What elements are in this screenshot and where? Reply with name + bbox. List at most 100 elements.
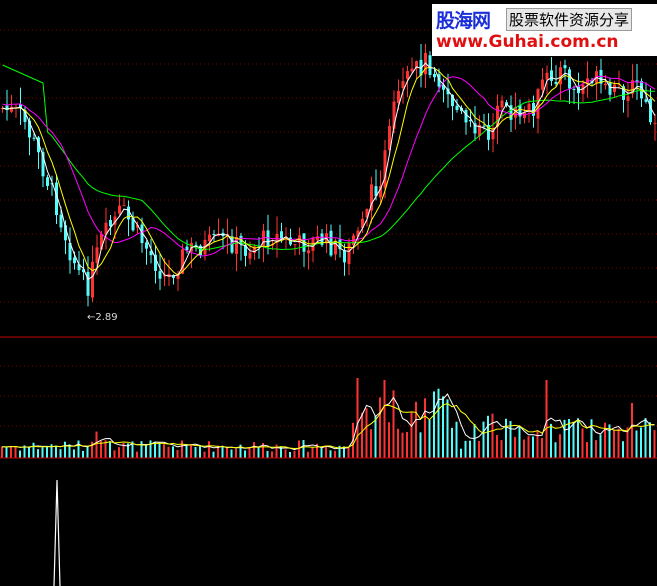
volume-bar [428, 419, 431, 458]
volume-bar [599, 434, 602, 458]
volume-bar [59, 449, 62, 458]
candle-body [91, 261, 94, 298]
volume-bar [82, 450, 84, 458]
candle-body [10, 106, 13, 112]
candle-body [208, 234, 211, 242]
volume-bar [586, 441, 588, 458]
volume-bar [644, 418, 647, 458]
volume-bar [640, 427, 642, 458]
volume-bar [460, 448, 462, 458]
volume-bar [64, 441, 66, 458]
indicator-spike-line [53, 479, 61, 586]
volume-bar [176, 449, 179, 458]
candle-body [86, 271, 90, 296]
volume-bar [95, 431, 98, 458]
volume-bar [14, 446, 17, 458]
volume-bar [46, 446, 48, 458]
volume-bar [379, 397, 381, 458]
watermark-tagline: 股票软件资源分享 [506, 8, 633, 31]
volume-bar [635, 430, 638, 458]
volume-bar [451, 427, 453, 458]
volume-bar [347, 446, 350, 458]
candle-body [568, 69, 571, 89]
volume-bar [320, 448, 323, 458]
volume-bar [172, 446, 174, 458]
candle-body [293, 244, 297, 246]
volume-bar [41, 447, 44, 458]
candle-body [158, 271, 162, 279]
volume-bar [487, 415, 489, 458]
volume-bar [595, 440, 597, 458]
volume-bar [194, 446, 197, 458]
candle-body [649, 99, 652, 123]
volume-bar [203, 451, 206, 458]
volume-bar [554, 442, 557, 458]
volume-bar [424, 398, 426, 458]
volume-bar [235, 448, 237, 458]
volume-bar [536, 430, 539, 458]
candle-body [550, 70, 553, 81]
volume-bar [212, 451, 215, 458]
volume-bar [370, 429, 372, 458]
volume-bar [73, 449, 75, 458]
volume-bar [181, 440, 183, 458]
volume-bar [266, 450, 269, 458]
volume-bar [307, 451, 309, 458]
volume-bar [491, 413, 494, 458]
volume-bar [518, 426, 521, 458]
stock-chart[interactable] [0, 0, 657, 586]
volume-bar [118, 447, 120, 458]
volume-bar [284, 449, 287, 458]
candle-body [118, 205, 121, 214]
volume-bar [392, 390, 395, 458]
volume-bar [500, 440, 503, 458]
volume-bar [559, 434, 561, 458]
volume-bar [329, 450, 332, 458]
volume-bar [527, 436, 530, 458]
candle-body [59, 214, 63, 228]
volume-bar [455, 421, 458, 458]
candle-body [212, 234, 216, 236]
candle-body [613, 84, 616, 92]
volume-bar [568, 419, 570, 458]
volume-bar [397, 428, 399, 458]
volume-bar [221, 446, 224, 458]
volume-bar [550, 423, 552, 458]
candle-body [122, 205, 126, 207]
candle-body [626, 96, 630, 101]
candle-body [406, 71, 409, 80]
volume-bar [113, 450, 116, 458]
candle-body [554, 81, 558, 84]
volume-bar [334, 450, 336, 458]
candle-body [653, 122, 657, 124]
volume-bar [28, 446, 30, 458]
volume-bar [163, 444, 165, 458]
volume-bar [5, 447, 8, 458]
candle-body [563, 65, 567, 69]
volume-grid [0, 365, 657, 427]
volume-bar [572, 421, 575, 458]
candle-body [541, 79, 544, 90]
volume-bar [37, 449, 39, 458]
volume-bar [581, 428, 584, 458]
candle-body [433, 74, 436, 78]
candle-body [248, 252, 252, 259]
volume-bar [653, 430, 656, 458]
candle-body [572, 88, 576, 90]
candle-body [464, 110, 468, 123]
volume-bar [419, 432, 422, 458]
volume-bar [289, 451, 291, 458]
candle-body [307, 250, 310, 254]
candle-body [109, 220, 112, 227]
volume-bar [505, 418, 507, 458]
volume-bar [473, 424, 476, 458]
watermark-logo: 股海网 股票软件资源分享 www.Guhai.com.cn [432, 4, 657, 56]
candle-body [95, 247, 99, 263]
watermark-site-name: 股海网 [436, 10, 491, 32]
volume-bar [19, 450, 21, 458]
volume-bar [325, 445, 327, 458]
volume-bar [10, 446, 12, 458]
volume-bar [190, 444, 192, 458]
volume-bar [374, 415, 377, 458]
candle-body [73, 257, 76, 264]
